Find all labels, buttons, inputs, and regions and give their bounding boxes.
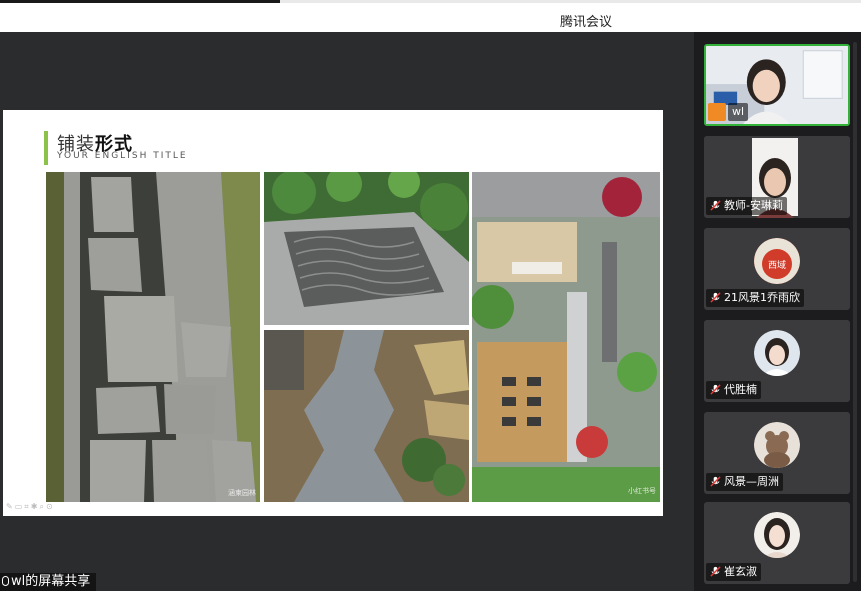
participant-panel: wl 教师-安琳莉 西域 21风景1乔雨欣 代胜楠 风景—周洲 崔玄淑 bbox=[694, 32, 861, 591]
title-bar[interactable]: 腾讯会议 bbox=[0, 3, 861, 32]
avatar-image bbox=[754, 330, 800, 376]
mic-muted-icon bbox=[710, 200, 721, 211]
participant-scrollbar[interactable] bbox=[853, 42, 857, 582]
self-badge-icon bbox=[708, 103, 726, 121]
mic-muted-icon bbox=[710, 476, 721, 487]
avatar bbox=[754, 422, 800, 468]
participant-tile-wl[interactable]: wl bbox=[704, 44, 850, 126]
mic-icon bbox=[2, 576, 9, 586]
participant-name: 代胜楠 bbox=[706, 381, 761, 399]
avatar-text: 西域 bbox=[768, 259, 786, 271]
participant-name: wl bbox=[728, 103, 749, 121]
participant-name-text: 代胜楠 bbox=[724, 383, 757, 396]
avatar-image bbox=[754, 512, 800, 558]
title-accent-bar bbox=[44, 131, 48, 165]
participant-tile-teacher[interactable]: 教师-安琳莉 bbox=[704, 136, 850, 218]
mic-muted-icon bbox=[710, 384, 721, 395]
avatar-image: 西域 bbox=[754, 238, 800, 284]
photo-garden-plan: 小红书号 bbox=[472, 172, 660, 502]
participant-tile-zhou[interactable]: 风景—周洲 bbox=[704, 412, 850, 494]
participant-name-text: 风景—周洲 bbox=[724, 475, 779, 488]
shared-slide: 铺装形式 YOUR ENGLISH TITLE 涵柬园林 小红书号 ✎▭⌗✱⌕⊙ bbox=[3, 110, 663, 516]
watermark-right: 小红书号 bbox=[628, 487, 656, 495]
participant-name-text: 崔玄淑 bbox=[724, 565, 757, 578]
tile-pattern-illustration bbox=[264, 172, 469, 325]
mic-muted-icon bbox=[710, 292, 721, 303]
watermark-left: 涵柬园林 bbox=[228, 489, 256, 497]
participant-tile-cui[interactable]: 崔玄淑 bbox=[704, 502, 850, 584]
photo-stone-path: 涵柬园林 bbox=[46, 172, 260, 502]
screen-share-label-text: wl的屏幕共享 bbox=[11, 574, 91, 589]
app-title: 腾讯会议 bbox=[560, 15, 613, 30]
avatar bbox=[754, 330, 800, 376]
stone-path-illustration bbox=[46, 172, 260, 502]
mic-muted-icon bbox=[710, 566, 721, 577]
photo-flagstone-path bbox=[264, 330, 469, 502]
participant-name: 风景—周洲 bbox=[706, 473, 783, 491]
participant-name: 崔玄淑 bbox=[706, 563, 761, 581]
shared-screen-stage[interactable]: 铺装形式 YOUR ENGLISH TITLE 涵柬园林 小红书号 ✎▭⌗✱⌕⊙… bbox=[0, 32, 694, 591]
participant-name-text: 21风景1乔雨欣 bbox=[724, 291, 800, 304]
participant-name-text: wl bbox=[732, 105, 745, 118]
screen-share-label: wl的屏幕共享 bbox=[0, 573, 97, 591]
participant-tile-dai[interactable]: 代胜楠 bbox=[704, 320, 850, 402]
participant-name-text: 教师-安琳莉 bbox=[724, 199, 783, 212]
participant-name: 教师-安琳莉 bbox=[706, 197, 787, 215]
avatar: 西域 bbox=[754, 238, 800, 284]
annotation-toolbar[interactable]: ✎▭⌗✱⌕⊙ bbox=[6, 502, 55, 512]
avatar bbox=[754, 512, 800, 558]
participant-name: 21风景1乔雨欣 bbox=[706, 289, 804, 307]
garden-plan-illustration bbox=[472, 172, 660, 502]
slide-subtitle: YOUR ENGLISH TITLE bbox=[57, 151, 188, 161]
participant-tile-qiao[interactable]: 西域 21风景1乔雨欣 bbox=[704, 228, 850, 310]
photo-tile-pattern bbox=[264, 172, 469, 325]
avatar-image bbox=[754, 422, 800, 468]
flagstone-path-illustration bbox=[264, 330, 469, 502]
